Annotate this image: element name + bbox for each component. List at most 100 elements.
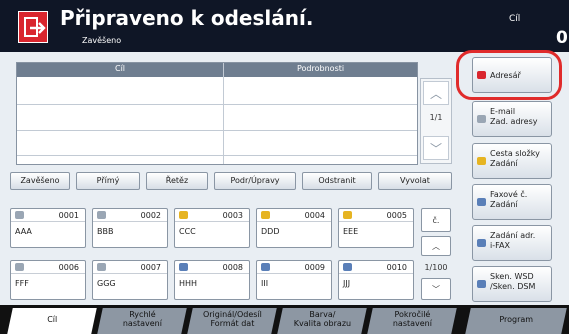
entry-header: 0007 — [93, 261, 167, 274]
wsd-dsm-scan-label: Sken. WSD /Sken. DSM — [490, 272, 536, 291]
on-hook-button[interactable]: Zavěšeno — [10, 172, 70, 190]
entry-header: 0009 — [257, 261, 331, 274]
address-book-entry[interactable]: 0003 CCC — [174, 208, 250, 248]
tab-label: Originál/Odesíl Formát dat — [202, 310, 262, 328]
grid-scroll-down-button[interactable]: ﹀ — [421, 278, 451, 300]
delete-button[interactable]: Odstranit — [302, 172, 372, 190]
entry-header: 0008 — [175, 261, 249, 274]
entry-number: 0008 — [222, 263, 243, 272]
entry-name: DDD — [261, 227, 280, 236]
folder-path-label: Cesta složky Zadání — [490, 149, 540, 168]
tab-label: Cíl — [47, 315, 58, 324]
tab-advanced[interactable]: Pokročilé nastavení — [367, 308, 457, 334]
address-book-entry[interactable]: 0008 HHH — [174, 260, 250, 300]
tab-label: Rychlé nastavení — [122, 310, 162, 328]
ifax-icon — [477, 239, 486, 247]
email-entry-button[interactable]: E-mail Zad. adresy — [472, 101, 552, 137]
wsd-dsm-scan-button[interactable]: Sken. WSD /Sken. DSM — [472, 266, 552, 302]
address-book-entry[interactable]: 0001 AAA — [10, 208, 86, 248]
header-bar: Připraveno k odeslání. Zavěšeno Cíl 0 — [0, 0, 569, 52]
tab-color-quality[interactable]: Barva/ Kvalita obrazu — [277, 308, 367, 334]
entry-number: 0001 — [58, 211, 79, 220]
scroll-up-button[interactable]: ︿ — [423, 81, 449, 105]
grid-page: 1/100 — [424, 262, 448, 272]
status-title: Připraveno k odeslání. — [60, 6, 314, 30]
entry-header: 0003 — [175, 209, 249, 222]
fax-number-button[interactable]: Faxové č. Zadání — [472, 184, 552, 220]
recall-button[interactable]: Vyvolat — [378, 172, 452, 190]
email-icon — [15, 211, 24, 219]
tab-program[interactable]: Program — [465, 308, 567, 334]
folder-icon — [179, 211, 188, 219]
email-icon — [15, 263, 24, 271]
send-screen: Připraveno k odeslání. Zavěšeno Cíl 0 Cí… — [0, 0, 569, 334]
chevron-down-icon: ﹀ — [429, 141, 442, 156]
address-book-entry[interactable]: 0009 III — [256, 260, 332, 300]
chevron-down-icon: ﹀ — [432, 284, 440, 294]
entry-number: 0004 — [304, 211, 325, 220]
email-icon — [97, 211, 106, 219]
entry-name: BBB — [97, 227, 114, 236]
address-book-entry[interactable]: 0004 DDD — [256, 208, 332, 248]
folder-icon — [343, 211, 352, 219]
address-book-entry[interactable]: 0007 GGG — [92, 260, 168, 300]
grid-scroll-up-button[interactable]: ︿ — [421, 236, 451, 256]
chevron-up-icon: ︿ — [432, 241, 440, 251]
email-icon — [477, 115, 486, 123]
detail-edit-button[interactable]: Podr/Úpravy — [214, 172, 296, 190]
email-icon — [97, 263, 106, 271]
dest-count-label: Cíl — [509, 14, 521, 24]
tab-quick-setup[interactable]: Rychlé nastavení — [97, 308, 187, 334]
fax-icon — [343, 263, 352, 271]
column-divider — [223, 63, 224, 164]
entry-number: 0005 — [386, 211, 407, 220]
ifax-address-label: Zadání adr. i-FAX — [490, 231, 536, 250]
entry-name: HHH — [179, 279, 198, 288]
dest-count: 0 — [556, 28, 568, 48]
destination-table-header: Cíl Podrobnosti — [17, 63, 417, 77]
fax-icon — [261, 263, 270, 271]
destination-scroll: ︿ 1/1 ﹀ — [420, 78, 452, 164]
entry-number: 0003 — [222, 211, 243, 220]
entry-name: FFF — [15, 279, 29, 288]
entry-header: 0010 — [339, 261, 413, 274]
entry-header: 0004 — [257, 209, 331, 222]
col-destination: Cíl — [115, 64, 126, 73]
tab-label: Pokročilé nastavení — [392, 310, 432, 328]
row-divider — [17, 155, 417, 156]
tab-label: Program — [499, 315, 534, 324]
address-book-entry[interactable]: 0006 FFF — [10, 260, 86, 300]
entry-name: III — [261, 279, 269, 288]
destination-table: Cíl Podrobnosti — [16, 62, 418, 165]
direct-button[interactable]: Přímý — [76, 172, 140, 190]
entry-name: JJJ — [343, 279, 351, 288]
entry-number: 0006 — [58, 263, 79, 272]
scroll-down-button[interactable]: ﹀ — [423, 136, 449, 160]
entry-number: 0010 — [386, 263, 407, 272]
col-details: Podrobnosti — [297, 64, 345, 73]
address-book-entry[interactable]: 0002 BBB — [92, 208, 168, 248]
address-book-entry[interactable]: 0010 JJJ — [338, 260, 414, 300]
row-divider — [17, 104, 417, 105]
row-divider — [17, 130, 417, 131]
email-entry-label: E-mail Zad. adresy — [490, 107, 538, 126]
fax-icon — [179, 263, 188, 271]
entry-header: 0006 — [11, 261, 85, 274]
tab-original-format[interactable]: Originál/Odesíl Formát dat — [187, 308, 277, 334]
send-icon — [18, 11, 48, 43]
fax-icon — [477, 198, 486, 206]
entry-header: 0002 — [93, 209, 167, 222]
folder-icon — [261, 211, 270, 219]
tab-destination[interactable]: Cíl — [7, 308, 97, 334]
entry-name: CCC — [179, 227, 196, 236]
destination-page: 1/1 — [429, 113, 443, 122]
tab-label: Barva/ Kvalita obrazu — [293, 310, 352, 328]
scan-icon — [477, 280, 486, 288]
chain-button[interactable]: Řetěz — [146, 172, 208, 190]
fax-number-label: Faxové č. Zadání — [490, 190, 528, 209]
ifax-address-button[interactable]: Zadání adr. i-FAX — [472, 225, 552, 261]
index-letter-button[interactable]: č. — [421, 208, 451, 232]
entry-number: 0007 — [140, 263, 161, 272]
address-book-entry[interactable]: 0005 EEE — [338, 208, 414, 248]
folder-path-button[interactable]: Cesta složky Zadání — [472, 143, 552, 179]
